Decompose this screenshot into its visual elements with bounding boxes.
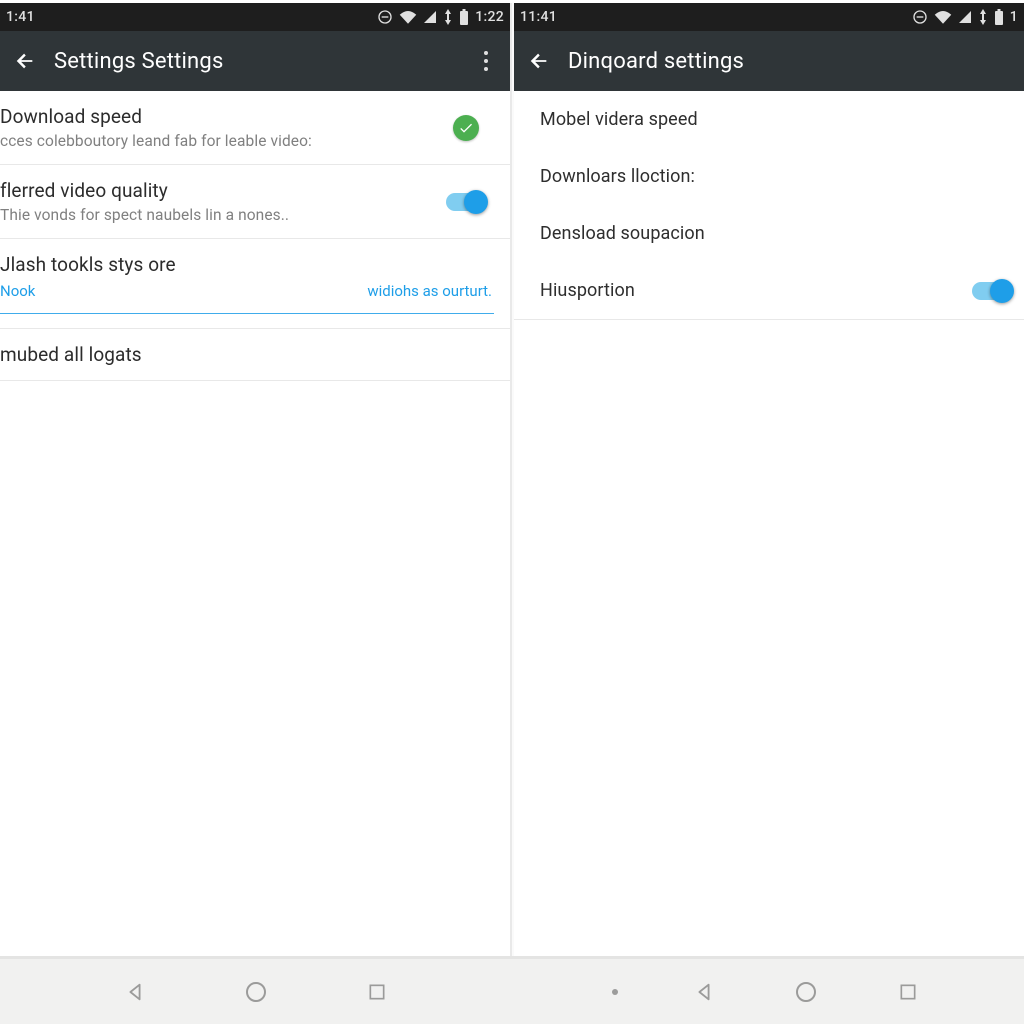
cell-icon xyxy=(958,10,972,24)
battery-icon xyxy=(994,9,1004,25)
system-nav-bar xyxy=(0,956,1024,1024)
setting-title: Densload soupacion xyxy=(540,223,1006,244)
setting-title: Jlash tookls stys ore xyxy=(0,253,492,276)
nav-recents-button[interactable] xyxy=(892,976,924,1008)
setting-title: mubed all logats xyxy=(0,343,492,366)
setting-mobel-speed[interactable]: Mobel videra speed xyxy=(514,91,1024,148)
wifi-icon xyxy=(399,10,417,24)
settings-list: Mobel videra speed Downloars lloction: D… xyxy=(514,91,1024,320)
dnd-icon xyxy=(377,9,393,25)
data-icon xyxy=(978,9,988,25)
status-time-right: 1:22 xyxy=(475,9,504,25)
cell-icon xyxy=(423,10,437,24)
link-right[interactable]: widiohs as ourturt. xyxy=(367,282,492,300)
appbar-title: Settings Settings xyxy=(54,49,224,74)
app-bar: Settings Settings xyxy=(0,31,510,91)
status-time-left: 11:41 xyxy=(520,9,557,25)
left-phone-screen: 1:41 xyxy=(0,3,512,956)
nav-extra-dot xyxy=(612,989,618,995)
nav-right xyxy=(512,959,1024,1024)
nav-home-button[interactable] xyxy=(240,976,272,1008)
nav-home-button[interactable] xyxy=(790,976,822,1008)
setting-download-location[interactable]: Downloars lloction: xyxy=(514,148,1024,205)
setting-title: Downloars lloction: xyxy=(540,166,1006,187)
right-phone-screen: 11:41 xyxy=(512,3,1024,956)
nav-back-button[interactable] xyxy=(688,976,720,1008)
setting-title: Download speed xyxy=(0,105,440,128)
appbar-title: Dinqoard settings xyxy=(568,49,744,74)
status-time-right: 1 xyxy=(1010,9,1018,25)
status-bar: 11:41 xyxy=(514,3,1024,31)
nav-recents-button[interactable] xyxy=(361,976,393,1008)
data-icon xyxy=(443,9,453,25)
status-bar: 1:41 xyxy=(0,3,510,31)
switch-toggle[interactable] xyxy=(446,193,486,211)
nav-back-button[interactable] xyxy=(119,976,151,1008)
back-button[interactable] xyxy=(10,46,40,76)
check-icon xyxy=(453,115,479,141)
setting-title: flerred video quality xyxy=(0,179,440,202)
setting-hiusportion[interactable]: Hiusportion xyxy=(514,262,1024,320)
dnd-icon xyxy=(912,9,928,25)
settings-list: Download speed cces colebboutory leand f… xyxy=(0,91,510,381)
setting-download-speed[interactable]: Download speed cces colebboutory leand f… xyxy=(0,91,510,165)
setting-video-quality[interactable]: flerred video quality Thie vonds for spe… xyxy=(0,165,510,239)
setting-densload[interactable]: Densload soupacion xyxy=(514,205,1024,262)
status-time-left: 1:41 xyxy=(6,9,35,25)
setting-subtitle: cces colebboutory leand fab for leable v… xyxy=(0,132,440,150)
setting-title: Mobel videra speed xyxy=(540,109,1006,130)
setting-all-logats[interactable]: mubed all logats xyxy=(0,329,510,381)
wifi-icon xyxy=(934,10,952,24)
switch-toggle[interactable] xyxy=(972,282,1012,300)
setting-title: Hiusportion xyxy=(540,280,970,301)
overflow-menu-button[interactable] xyxy=(474,45,498,77)
battery-icon xyxy=(459,9,469,25)
back-button[interactable] xyxy=(524,46,554,76)
app-bar: Dinqoard settings xyxy=(514,31,1024,91)
nav-left xyxy=(0,959,512,1024)
setting-subtitle: Thie vonds for spect naubels lin a nones… xyxy=(0,206,440,224)
link-left[interactable]: Nook xyxy=(0,282,35,300)
setting-flash-tools[interactable]: Jlash tookls stys ore Nook widiohs as ou… xyxy=(0,239,510,329)
